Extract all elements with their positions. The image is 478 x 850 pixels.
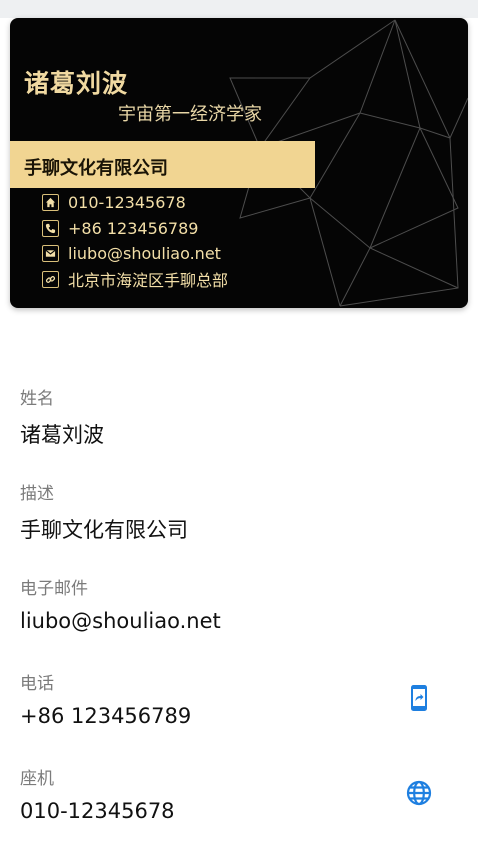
card-info-text: liubo@shouliao.net: [68, 244, 221, 264]
field-value[interactable]: +86 123456789: [20, 704, 191, 728]
card-info-row: 北京市海淀区手聊总部: [42, 267, 228, 293]
field-label: 电子邮件: [20, 579, 88, 599]
card-info-text: 010-12345678: [68, 193, 186, 213]
status-bar-area: [0, 0, 478, 18]
home-icon: [42, 194, 59, 212]
field-value[interactable]: liubo@shouliao.net: [20, 609, 221, 633]
field-email: 电子邮件 liubo@shouliao.net: [20, 574, 221, 633]
card-info-text: 北京市海淀区手聊总部: [68, 271, 229, 291]
card-name: 诸葛刘波: [24, 69, 129, 98]
field-landline: 座机 010-12345678: [20, 764, 175, 823]
globe-icon[interactable]: [405, 779, 433, 807]
card-job-title: 宇宙第一经济学家: [118, 104, 262, 125]
field-phone: 电话 +86 123456789: [20, 669, 191, 728]
link-icon: [42, 270, 59, 288]
phone-icon: [42, 219, 59, 237]
field-description: 描述 手聊文化有限公司: [20, 479, 188, 544]
card-info-row: 010-12345678: [42, 190, 228, 216]
field-label: 座机: [20, 769, 54, 789]
card-info-row: +86 123456789: [42, 216, 228, 242]
field-label: 姓名: [20, 389, 54, 409]
field-label: 电话: [20, 674, 54, 694]
field-name: 姓名 诸葛刘波: [20, 384, 104, 449]
mail-icon: [42, 245, 59, 263]
card-company: 手聊文化有限公司: [24, 158, 168, 179]
field-value[interactable]: 010-12345678: [20, 799, 175, 823]
field-value[interactable]: 诸葛刘波: [20, 419, 104, 449]
card-info-row: liubo@shouliao.net: [42, 241, 228, 267]
business-card[interactable]: 诸葛刘波 宇宙第一经济学家 手聊文化有限公司 010-12345678 +86 …: [10, 18, 468, 308]
mobile-share-icon[interactable]: [408, 684, 430, 712]
field-label: 描述: [20, 484, 54, 504]
card-contact-info: 010-12345678 +86 123456789 liubo@shoulia…: [42, 190, 228, 292]
field-value[interactable]: 手聊文化有限公司: [20, 514, 188, 544]
card-info-text: +86 123456789: [68, 218, 199, 238]
